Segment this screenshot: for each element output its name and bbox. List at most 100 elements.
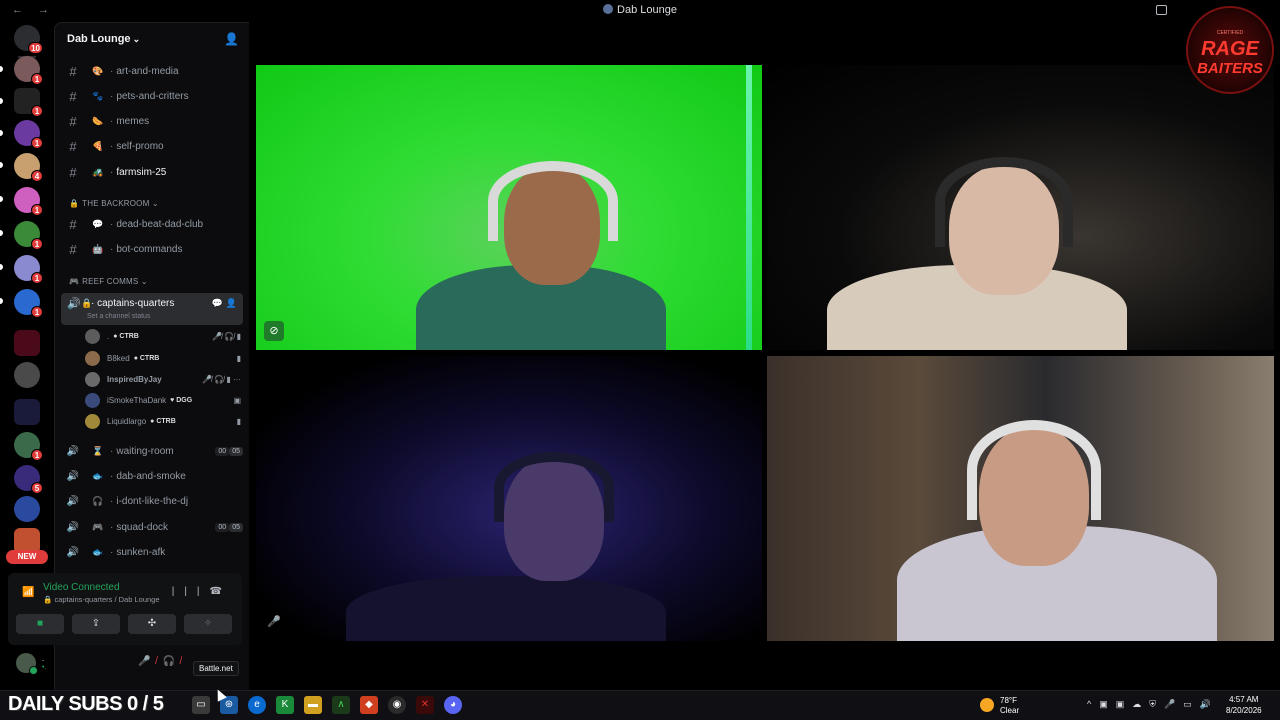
avatar[interactable] bbox=[16, 653, 38, 675]
category-reef-comms[interactable]: 🎮 REEF COMMS ⌄ bbox=[69, 277, 148, 286]
channel-art-and-media[interactable]: # 🎨 · art-and-media bbox=[63, 61, 245, 81]
tractor-icon: 🚜 bbox=[92, 166, 104, 177]
voice-channel-captains-quarters[interactable]: 🔊 🔒 · captains-quarters Set a channel st… bbox=[61, 293, 243, 325]
app-icon[interactable]: ✕ bbox=[416, 696, 434, 714]
video-tile[interactable] bbox=[767, 356, 1274, 641]
server-icon[interactable]: 1 bbox=[14, 255, 43, 284]
soundboard-button[interactable]: ✧ bbox=[184, 614, 232, 634]
connection-signal-icon[interactable]: 📶 bbox=[22, 587, 34, 598]
headphones-muted-icon[interactable]: 🎧̸ bbox=[162, 656, 186, 667]
discord-icon[interactable]: ◕ bbox=[444, 696, 462, 714]
tray-icon[interactable]: ▣ bbox=[1116, 699, 1133, 709]
tray-icon[interactable]: ▣ bbox=[1099, 699, 1116, 709]
voice-user[interactable]: Liquidlargo ● CTRB ▮ bbox=[85, 412, 243, 430]
channel-label: waiting-room bbox=[116, 445, 174, 457]
direct-messages-icon[interactable]: 10 bbox=[14, 25, 43, 54]
shield-icon[interactable]: ⛨ bbox=[1149, 699, 1164, 709]
edge-icon[interactable]: e bbox=[248, 696, 266, 714]
user-tag: ● CTRB bbox=[133, 354, 160, 362]
window-title: Dab Lounge bbox=[0, 4, 1280, 16]
server-icon[interactable]: 1 bbox=[14, 221, 43, 250]
cloud-icon[interactable]: ☁ bbox=[1132, 699, 1149, 709]
screen-share-button[interactable]: ⇪ bbox=[72, 614, 120, 634]
channel-self-promo[interactable]: # 🍕 · self-promo bbox=[63, 136, 245, 156]
file-icon[interactable]: ▭ bbox=[192, 696, 210, 714]
hash-icon: # bbox=[69, 241, 77, 257]
video-tile[interactable]: ⊘ bbox=[256, 65, 762, 350]
speaker-icon: 🔊 bbox=[66, 495, 80, 507]
server-icon[interactable]: 5 bbox=[14, 465, 43, 494]
hash-icon: # bbox=[69, 88, 77, 104]
server-name-header[interactable]: Dab Lounge ⌄ bbox=[67, 33, 140, 45]
pizza-icon: 🍕 bbox=[92, 140, 104, 151]
kick-icon[interactable]: K bbox=[276, 696, 294, 714]
server-icon[interactable] bbox=[14, 330, 40, 356]
voice-channel-sunken-afk[interactable]: 🔊 🐟 · sunken-afk bbox=[63, 542, 245, 562]
connection-location[interactable]: 🔒 captains-quarters / Dab Lounge bbox=[43, 595, 160, 604]
channel-label: bot-commands bbox=[116, 243, 183, 255]
connection-status[interactable]: Video Connected bbox=[43, 582, 120, 593]
username[interactable]: . bbox=[42, 654, 44, 663]
obs-icon[interactable]: ◉ bbox=[388, 696, 406, 714]
speaker-icon: 🔊 bbox=[67, 298, 81, 310]
chat-icon[interactable]: 💬 bbox=[212, 298, 223, 309]
voice-channel-dab-and-smoke[interactable]: 🔊 🐟 · dab-and-smoke bbox=[63, 466, 245, 486]
network-icon[interactable]: ▭ bbox=[1183, 699, 1200, 709]
folder-icon[interactable] bbox=[14, 399, 40, 425]
server-icon[interactable]: 4 bbox=[14, 153, 43, 182]
brave-icon[interactable]: ◆ bbox=[360, 696, 378, 714]
camera-icon: ■ bbox=[36, 618, 44, 629]
server-icon[interactable]: 1 bbox=[14, 289, 43, 318]
user-count: 00 05 bbox=[215, 446, 243, 456]
server-icon[interactable]: 1 bbox=[14, 187, 43, 216]
mic-icon[interactable]: 🎤 bbox=[1164, 699, 1183, 709]
voice-user[interactable]: InspiredByJay 🎤̸ 🎧̸ ▮ ··· bbox=[85, 370, 243, 388]
channel-memes[interactable]: # 🌭 · memes bbox=[63, 111, 245, 131]
folder-icon[interactable]: ▬ bbox=[304, 696, 322, 714]
channel-bot-commands[interactable]: # 🤖 · bot-commands bbox=[63, 239, 245, 259]
server-icon[interactable]: 1 bbox=[14, 56, 43, 85]
chevron-up-icon[interactable]: ^ bbox=[1087, 699, 1099, 709]
volume-icon[interactable]: 🔊 bbox=[1200, 699, 1219, 709]
headphones bbox=[488, 161, 618, 241]
server-icon[interactable] bbox=[14, 496, 40, 522]
noise-suppression-icon[interactable]: ||| bbox=[172, 586, 210, 597]
camera-button[interactable]: ■ bbox=[16, 614, 64, 634]
led-strip bbox=[746, 65, 752, 350]
activities-button[interactable]: ✣ bbox=[128, 614, 176, 634]
voice-channel-i-dont-like-the-dj[interactable]: 🔊 🎧 · i-dont-like-the-dj bbox=[63, 491, 245, 511]
server-icon[interactable]: 1 bbox=[14, 120, 43, 149]
invite-user-icon[interactable]: 👤 bbox=[224, 32, 239, 46]
channel-label: self-promo bbox=[116, 140, 164, 152]
video-tile[interactable] bbox=[767, 65, 1274, 350]
fish-icon: 🐟 bbox=[92, 546, 104, 557]
channel-pets-and-critters[interactable]: # 🐾 · pets-and-critters bbox=[63, 86, 245, 106]
participant-body bbox=[346, 576, 666, 641]
user-status: •. bbox=[42, 664, 47, 671]
voice-user[interactable]: . ● CTRB 🎤̸ 🎧̸ ▮ bbox=[85, 327, 243, 345]
voice-channel-squad-dock[interactable]: 🔊 🎮 · squad-dock 00 05 bbox=[63, 517, 245, 537]
server-icon[interactable]: 1 bbox=[14, 88, 43, 117]
channel-farmsim-25[interactable]: # 🚜 · farmsim-25 bbox=[63, 162, 245, 182]
tooltip-battlenet: Battle.net bbox=[193, 661, 239, 676]
camera-icon: ▮ bbox=[236, 353, 241, 363]
channel-label: art-and-media bbox=[116, 65, 179, 77]
invite-icon[interactable]: 👤 bbox=[226, 298, 237, 309]
hash-icon: # bbox=[69, 113, 77, 129]
video-tile[interactable]: 🎤 bbox=[256, 356, 762, 641]
disconnect-icon[interactable]: ☎ bbox=[210, 586, 232, 597]
server-icon[interactable]: 1 bbox=[14, 432, 43, 461]
clock[interactable]: 4:57 AM 8/20/2026 bbox=[1226, 694, 1262, 716]
inbox-icon[interactable] bbox=[1156, 5, 1167, 15]
app-icon[interactable]: ∧ bbox=[332, 696, 350, 714]
hash-icon: # bbox=[69, 164, 77, 180]
voice-user[interactable]: B8ked ● CTRB ▮ bbox=[85, 349, 243, 367]
voice-channel-waiting-room[interactable]: 🔊 ⌛ · waiting-room 00 05 bbox=[63, 441, 245, 461]
category-the-backroom[interactable]: 🔒 THE BACKROOM ⌄ bbox=[69, 199, 159, 208]
mute-deafen-camera-icons: 🎤̸ 🎧̸ ▮ bbox=[212, 331, 241, 341]
server-icon[interactable] bbox=[14, 362, 40, 388]
set-channel-status[interactable]: Set a channel status bbox=[87, 313, 150, 320]
voice-user[interactable]: iSmokeThaDank ♥ DGG ▣ bbox=[85, 391, 243, 409]
channel-dead-beat-dad-club[interactable]: # 💬 · dead-beat-dad-club bbox=[63, 214, 245, 234]
mic-muted-icon[interactable]: 🎤̸ bbox=[138, 656, 162, 667]
